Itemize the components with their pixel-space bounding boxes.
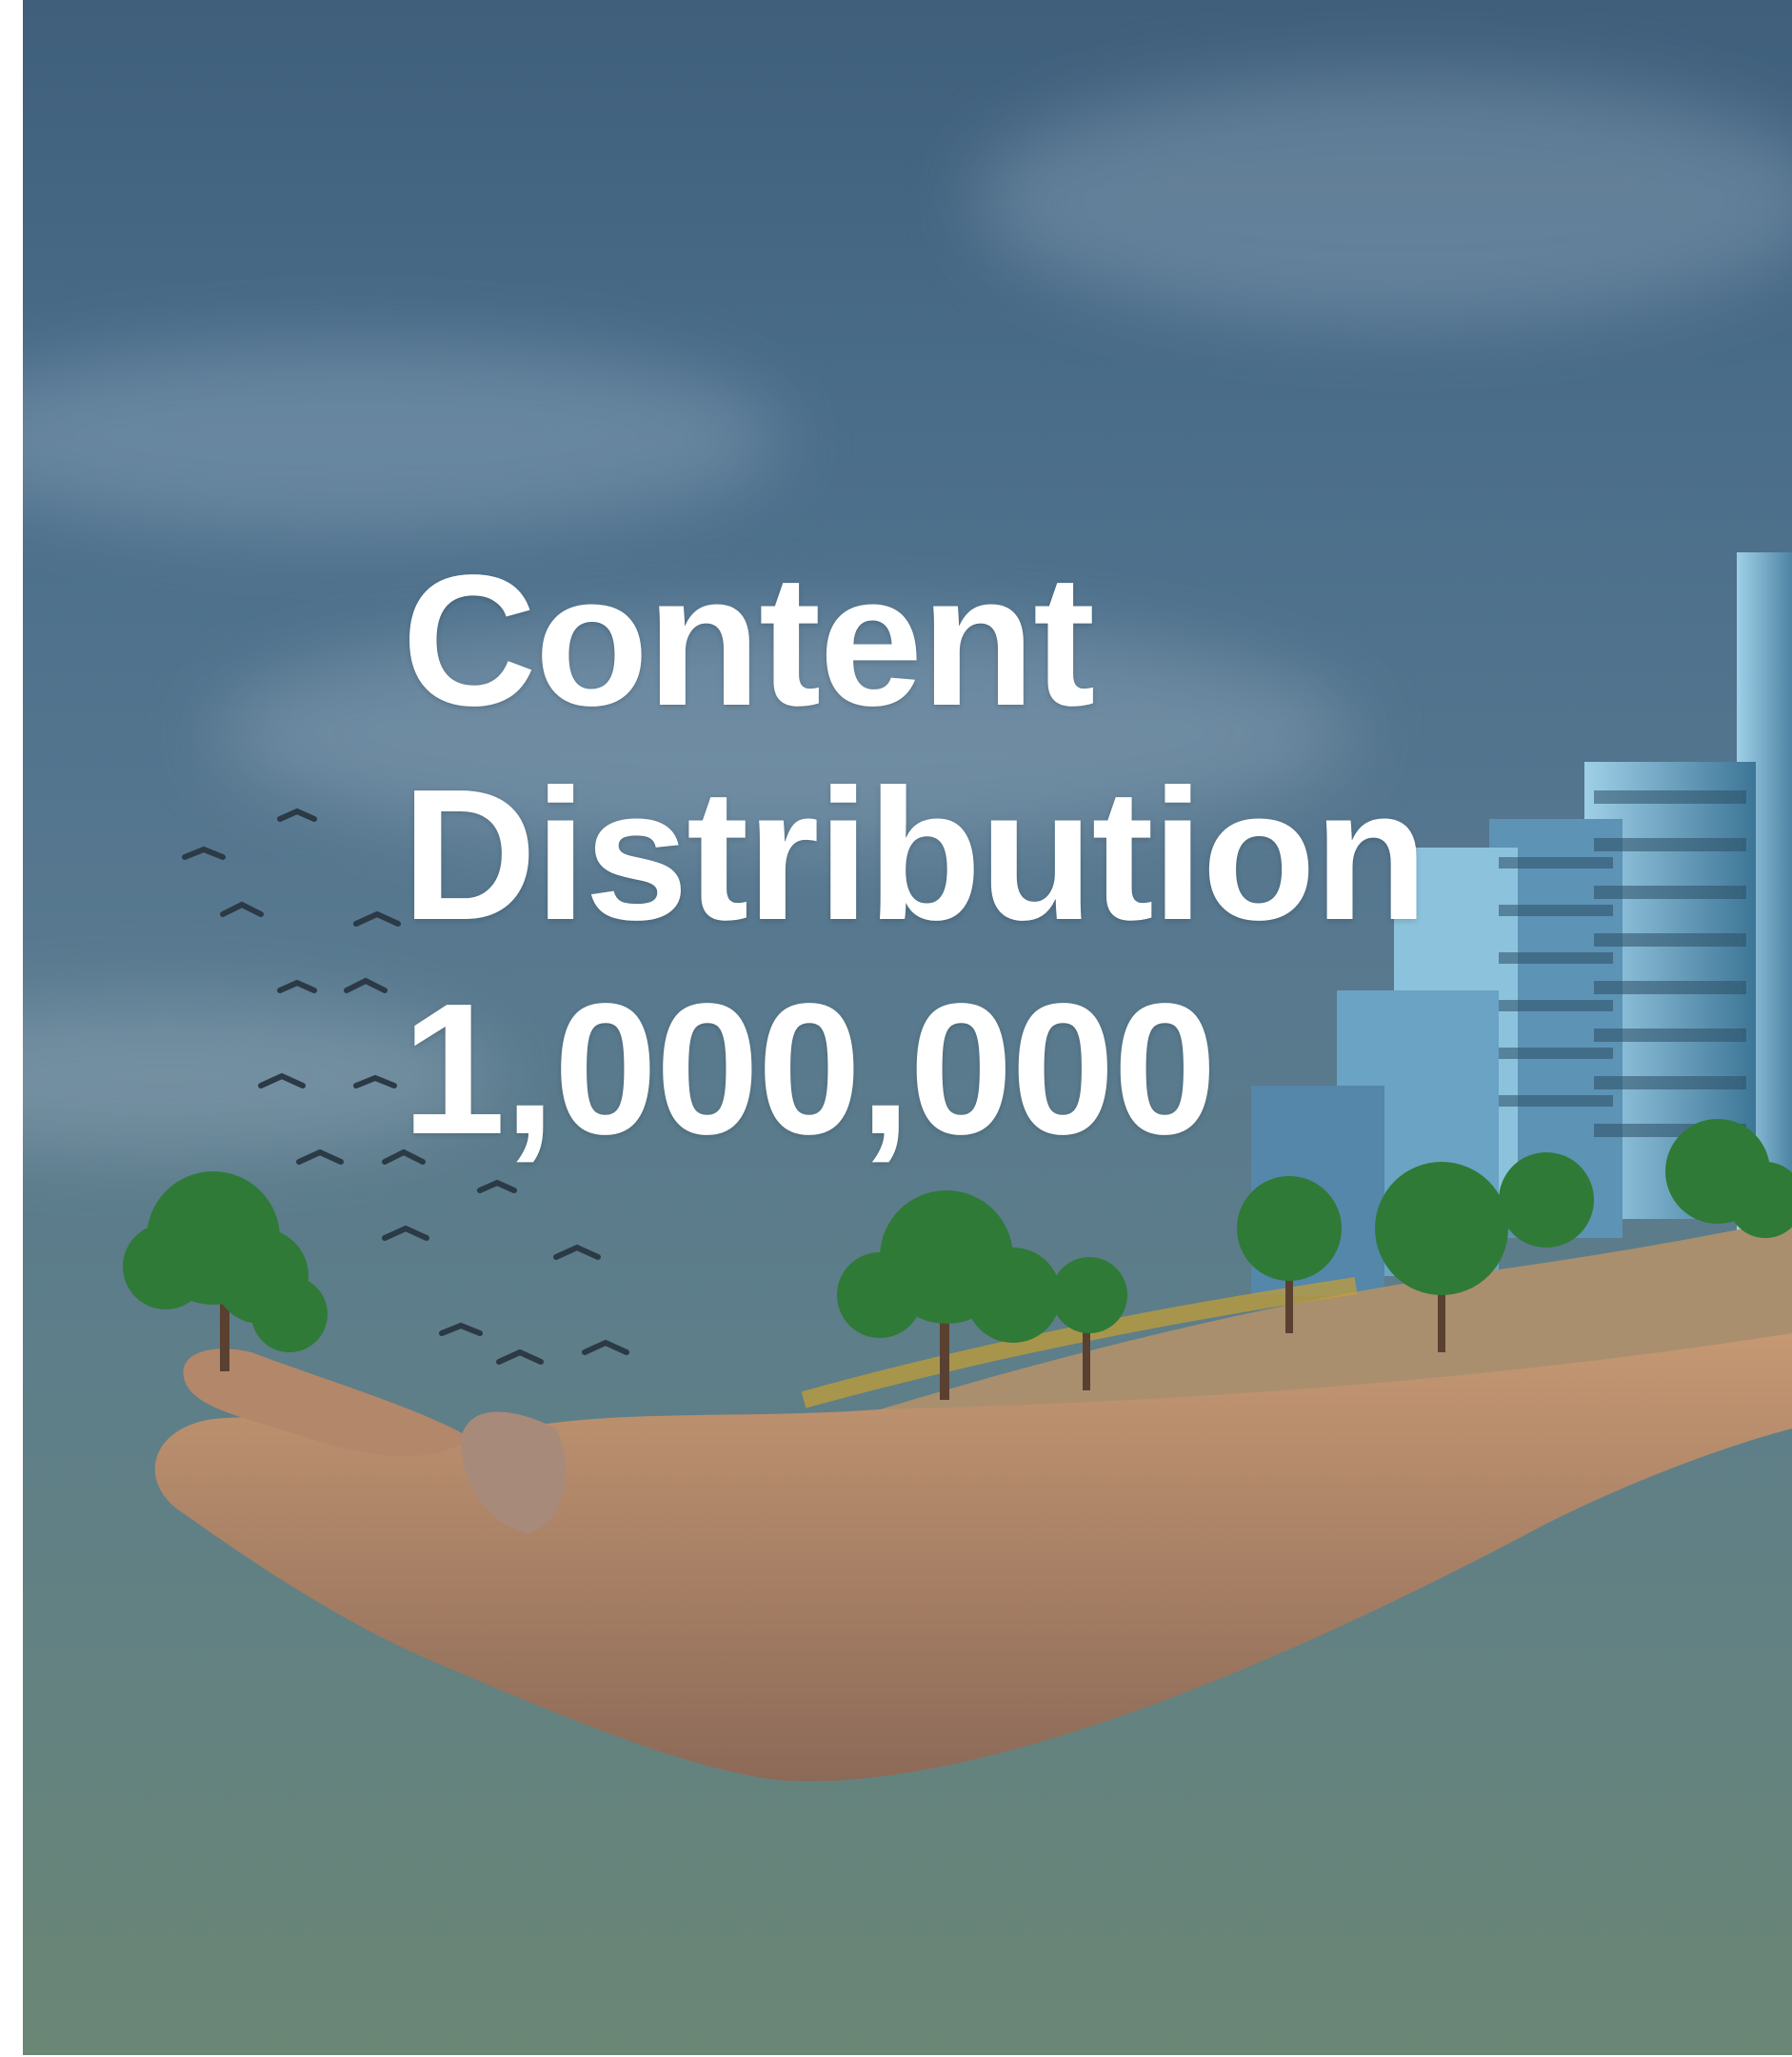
headline-line-content: Content <box>402 536 1095 745</box>
headline: Content Distribution 1,000,000 <box>402 533 1428 1176</box>
headline-figure: 1,000,000 <box>402 965 1217 1173</box>
hero-banner: Content Distribution 1,000,000 <box>23 0 1792 2055</box>
headline-line-distribution: Distribution <box>402 750 1428 959</box>
